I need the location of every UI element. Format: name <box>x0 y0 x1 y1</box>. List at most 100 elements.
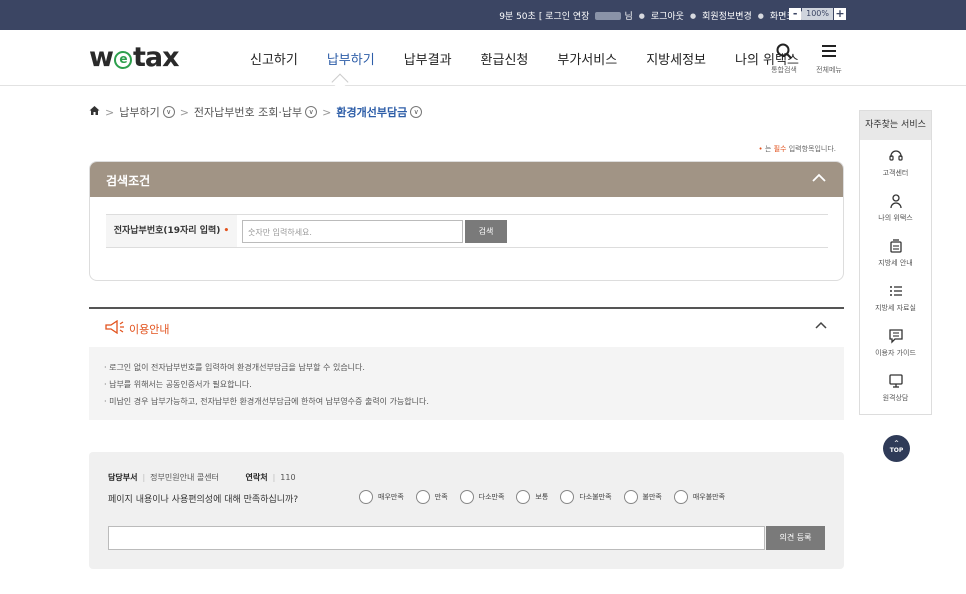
option-label: 다소불만족 <box>579 493 612 501</box>
search-label: 통합검색 <box>771 66 797 74</box>
satisfaction-survey: 담당부서 | 정부민원안내 콜센터 연락처 | 110 페이지 내용이나 사용편의성에 … <box>89 452 844 569</box>
scroll-to-top-button[interactable]: ^ TOP <box>883 435 910 462</box>
department-info: 담당부서 | 정부민원안내 콜센터 연락처 | 110 <box>108 472 296 483</box>
option-satisfied[interactable]: 만족 <box>415 490 448 504</box>
list-icon <box>860 283 931 303</box>
chevron-up-icon[interactable] <box>811 170 827 190</box>
radio-button[interactable] <box>359 490 373 504</box>
all-menu-button[interactable]: 전체메뉴 <box>811 42 847 75</box>
radio-button[interactable] <box>673 490 688 504</box>
contact-label: 연락처 <box>245 473 268 482</box>
quick-item-customer-center[interactable]: 고객센터 <box>860 140 931 185</box>
breadcrumb-item-payment[interactable]: 납부하기 <box>119 104 159 120</box>
option-label: 불만족 <box>642 493 662 501</box>
guide-line: · 미납인 경우 납부가능하고, 전자납부한 환경개선부담금에 한하여 납부영수… <box>104 397 429 406</box>
quick-item-local-tax-guide[interactable]: 지방세 안내 <box>860 230 931 275</box>
logo-e: e <box>113 51 132 69</box>
radio-button[interactable] <box>415 490 430 504</box>
top-utility-bar: 9분 50초 [ 로그인 연장 님 ● 로그아웃 ● 회원정보변경 ● 화면크기… <box>0 0 966 30</box>
chevron-up-icon[interactable] <box>814 318 828 336</box>
option-label: 만족 <box>434 493 448 501</box>
home-icon[interactable] <box>89 105 100 119</box>
quick-item-my-wetax[interactable]: 나의 위택스 <box>860 185 931 230</box>
required-mark: • <box>758 145 763 153</box>
dept-value: 정부민원안내 콜센터 <box>150 473 219 482</box>
option-label: 다소만족 <box>478 493 505 501</box>
zoom-in-button[interactable]: + <box>834 8 846 20</box>
zoom-out-button[interactable]: - <box>789 8 802 20</box>
quick-item-label: 원격상담 <box>882 394 909 402</box>
radio-button[interactable] <box>516 490 531 504</box>
top-label: TOP <box>889 447 904 454</box>
breadcrumb-separator: > <box>322 105 332 119</box>
quick-item-local-tax-library[interactable]: 지방세 자료실 <box>860 275 931 320</box>
epay-number-input[interactable]: 숫자만 입력하세요. <box>242 220 463 243</box>
submit-opinion-button[interactable]: 의견 등록 <box>766 526 825 550</box>
radio-button[interactable] <box>560 490 575 504</box>
option-label: 매우불만족 <box>692 493 726 501</box>
option-somewhat-satisfied[interactable]: 다소만족 <box>459 490 505 504</box>
nav-item-report[interactable]: 신고하기 <box>250 49 298 68</box>
search-panel: 검색조건 전자납부번호(19자리 입력) • 숫자만 입력하세요. 검색 <box>89 161 844 281</box>
required-note-text: 는 <box>764 145 774 153</box>
quick-item-label: 지방세 안내 <box>878 259 913 267</box>
main-navigation: 신고하기 납부하기 납부결과 환급신청 부가서비스 지방세정보 나의 위택스 <box>250 49 799 68</box>
search-button[interactable]: 검색 <box>465 220 507 243</box>
required-field-note: • 는 필수 입력항목입니다. <box>759 144 836 154</box>
separator-dot: ● <box>757 11 764 20</box>
monitor-icon <box>860 373 931 393</box>
active-menu-pointer <box>331 73 349 91</box>
separator-dot: ● <box>689 11 697 20</box>
nav-item-payment[interactable]: 납부하기 <box>327 49 375 68</box>
breadcrumb-separator: > <box>105 105 115 119</box>
member-edit-link[interactable]: 회원정보변경 <box>702 9 752 22</box>
option-neutral[interactable]: 보통 <box>516 490 548 504</box>
nav-item-local-tax-info[interactable]: 지방세정보 <box>646 49 706 68</box>
session-timer: 9분 50초 <box>499 12 536 22</box>
integrated-search-button[interactable]: 통합검색 <box>766 42 802 75</box>
breadcrumb-item-epay-lookup[interactable]: 전자납부번호 조회·납부 <box>194 104 302 120</box>
wetax-logo[interactable]: w e tax <box>89 42 179 73</box>
usage-guide-header[interactable]: 이용안내 <box>104 319 170 337</box>
guide-line: · 로그인 없이 전자납부번호를 입력하여 환경개선부담금을 납부할 수 있습니… <box>104 363 365 372</box>
quick-item-label: 고객센터 <box>882 169 909 177</box>
search-panel-title: 검색조건 <box>106 174 151 188</box>
chevron-down-icon[interactable]: ∨ <box>162 106 175 118</box>
separator-dot: ● <box>638 11 645 20</box>
separator: | <box>142 473 146 482</box>
all-menu-label: 전체메뉴 <box>816 66 842 74</box>
site-header: w e tax 신고하기 납부하기 납부결과 환급신청 부가서비스 지방세정보 나의… <box>0 30 966 91</box>
nav-item-payment-result[interactable]: 납부결과 <box>404 49 452 68</box>
quick-item-user-guide[interactable]: 이용자 가이드 <box>860 320 931 365</box>
masked-username <box>595 11 622 20</box>
option-very-satisfied[interactable]: 매우만족 <box>359 490 404 504</box>
chat-icon <box>860 328 931 348</box>
chevron-up-icon: ^ <box>893 440 900 447</box>
option-very-dissatisfied[interactable]: 매우불만족 <box>673 490 726 504</box>
quick-item-remote-support[interactable]: 원격상담 <box>860 365 931 410</box>
radio-button[interactable] <box>623 490 638 504</box>
logo-w: w <box>89 42 114 73</box>
session-extend-link[interactable]: [ 로그인 연장 <box>539 9 590 22</box>
required-mark: • <box>223 226 230 236</box>
usage-guide-content: · 로그인 없이 전자납부번호를 입력하여 환경개선부담금을 납부할 수 있습니… <box>89 347 844 420</box>
breadcrumb-item-current: 환경개선부담금 <box>336 106 408 119</box>
hamburger-icon <box>811 42 847 65</box>
usage-guide-title: 이용안내 <box>129 322 170 336</box>
search-row: 전자납부번호(19자리 입력) • 숫자만 입력하세요. 검색 <box>106 214 828 248</box>
radio-button[interactable] <box>459 490 474 504</box>
quick-item-label: 나의 위택스 <box>878 214 913 222</box>
user-suffix: 님 <box>624 12 633 22</box>
chevron-down-icon[interactable]: ∨ <box>410 106 423 118</box>
chevron-down-icon[interactable]: ∨ <box>305 106 318 118</box>
search-panel-header[interactable]: 검색조건 <box>90 162 843 197</box>
opinion-input[interactable] <box>108 526 765 550</box>
option-label: 매우만족 <box>378 493 404 501</box>
option-somewhat-dissatisfied[interactable]: 다소불만족 <box>560 490 612 504</box>
megaphone-icon <box>104 319 126 337</box>
option-dissatisfied[interactable]: 불만족 <box>623 490 662 504</box>
session-info: 9분 50초 [ 로그인 연장 님 ● 로그아웃 ● 회원정보변경 ● 화면크기 <box>496 9 806 22</box>
logout-link[interactable]: 로그아웃 <box>651 9 684 22</box>
nav-item-refund[interactable]: 환급신청 <box>481 49 529 68</box>
nav-item-extra-services[interactable]: 부가서비스 <box>557 49 617 68</box>
